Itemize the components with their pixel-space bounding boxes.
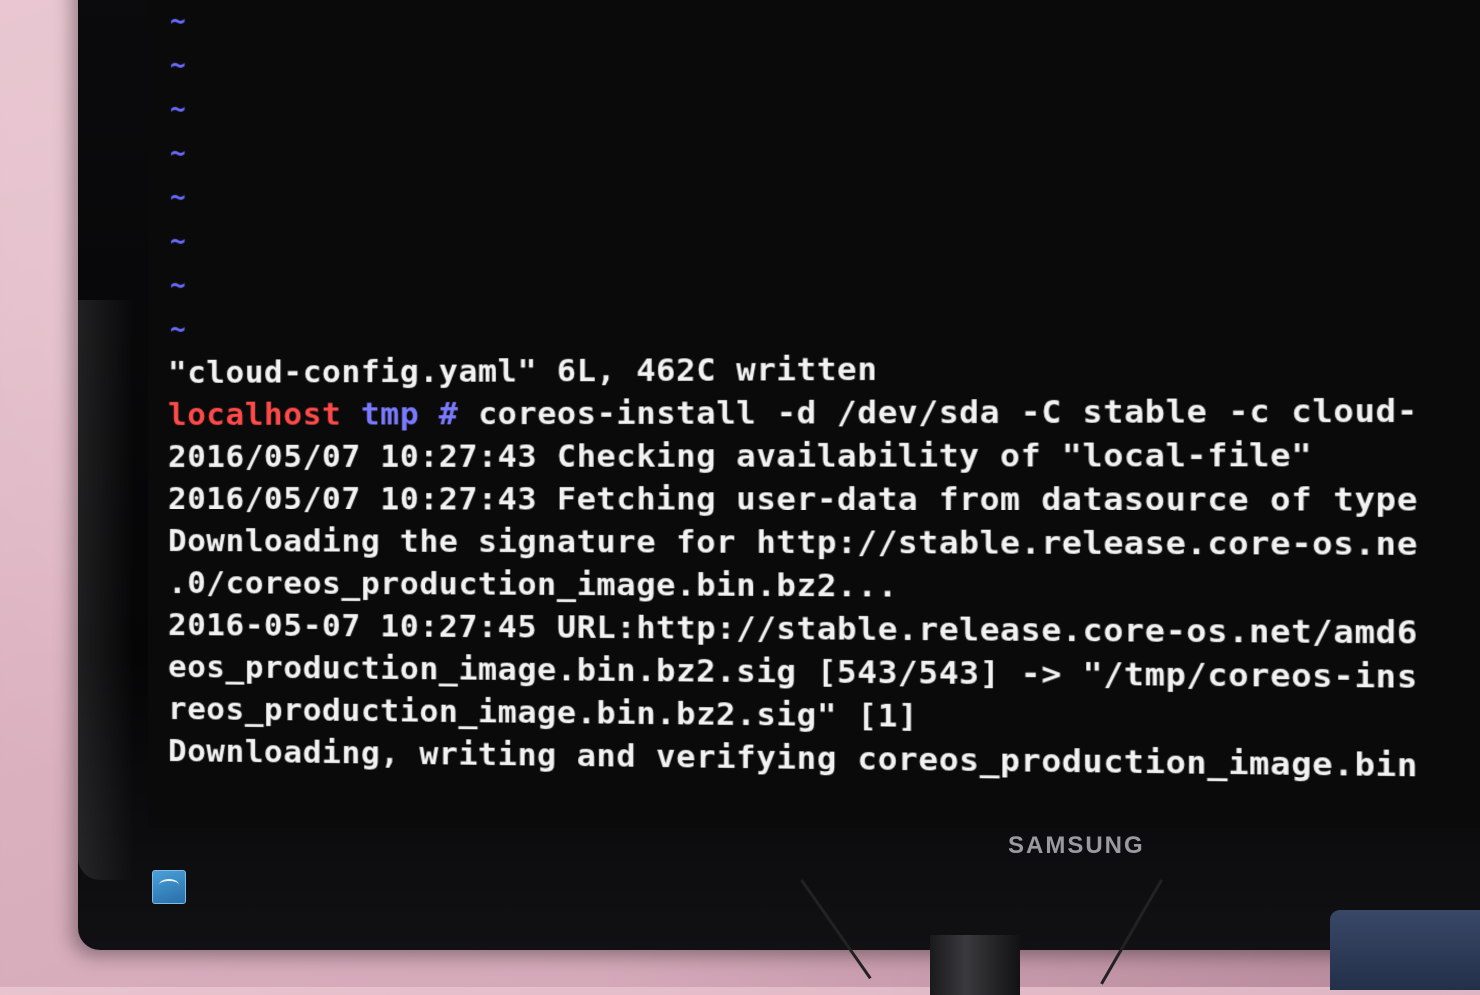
vim-status-message: "cloud-config.yaml" 6L, 462C written [168,351,878,391]
output-line: 2016/05/07 10:27:43 Checking availabilit… [168,436,1313,475]
terminal-content: ~ ~ ~ ~ ~ ~ ~ ~ "cloud-config.yaml" 6L, … [168,0,1480,791]
bezel-reflection [78,300,148,880]
terminal-screen[interactable]: ~ ~ ~ ~ ~ ~ ~ ~ "cloud-config.yaml" 6L, … [148,0,1480,828]
desk-device [1330,910,1480,990]
monitor-stand [930,935,1020,995]
energy-star-icon [152,870,186,904]
prompt-dir: tmp [360,396,420,433]
output-line: 2016/05/07 10:27:43 Fetching user-data f… [168,481,1419,519]
shell-prompt-line[interactable]: localhost tmp # coreos-install -d /dev/s… [168,388,1480,436]
monitor: ~ ~ ~ ~ ~ ~ ~ ~ "cloud-config.yaml" 6L, … [78,0,1480,950]
output-line: Downloading the signature for http://sta… [168,523,1419,564]
prompt-symbol: # [438,395,459,433]
prompt-host: localhost [168,396,342,433]
command-text: coreos-install -d /dev/sda -C stable -c … [478,392,1419,433]
samsung-logo: SAMSUNG [1008,832,1145,859]
